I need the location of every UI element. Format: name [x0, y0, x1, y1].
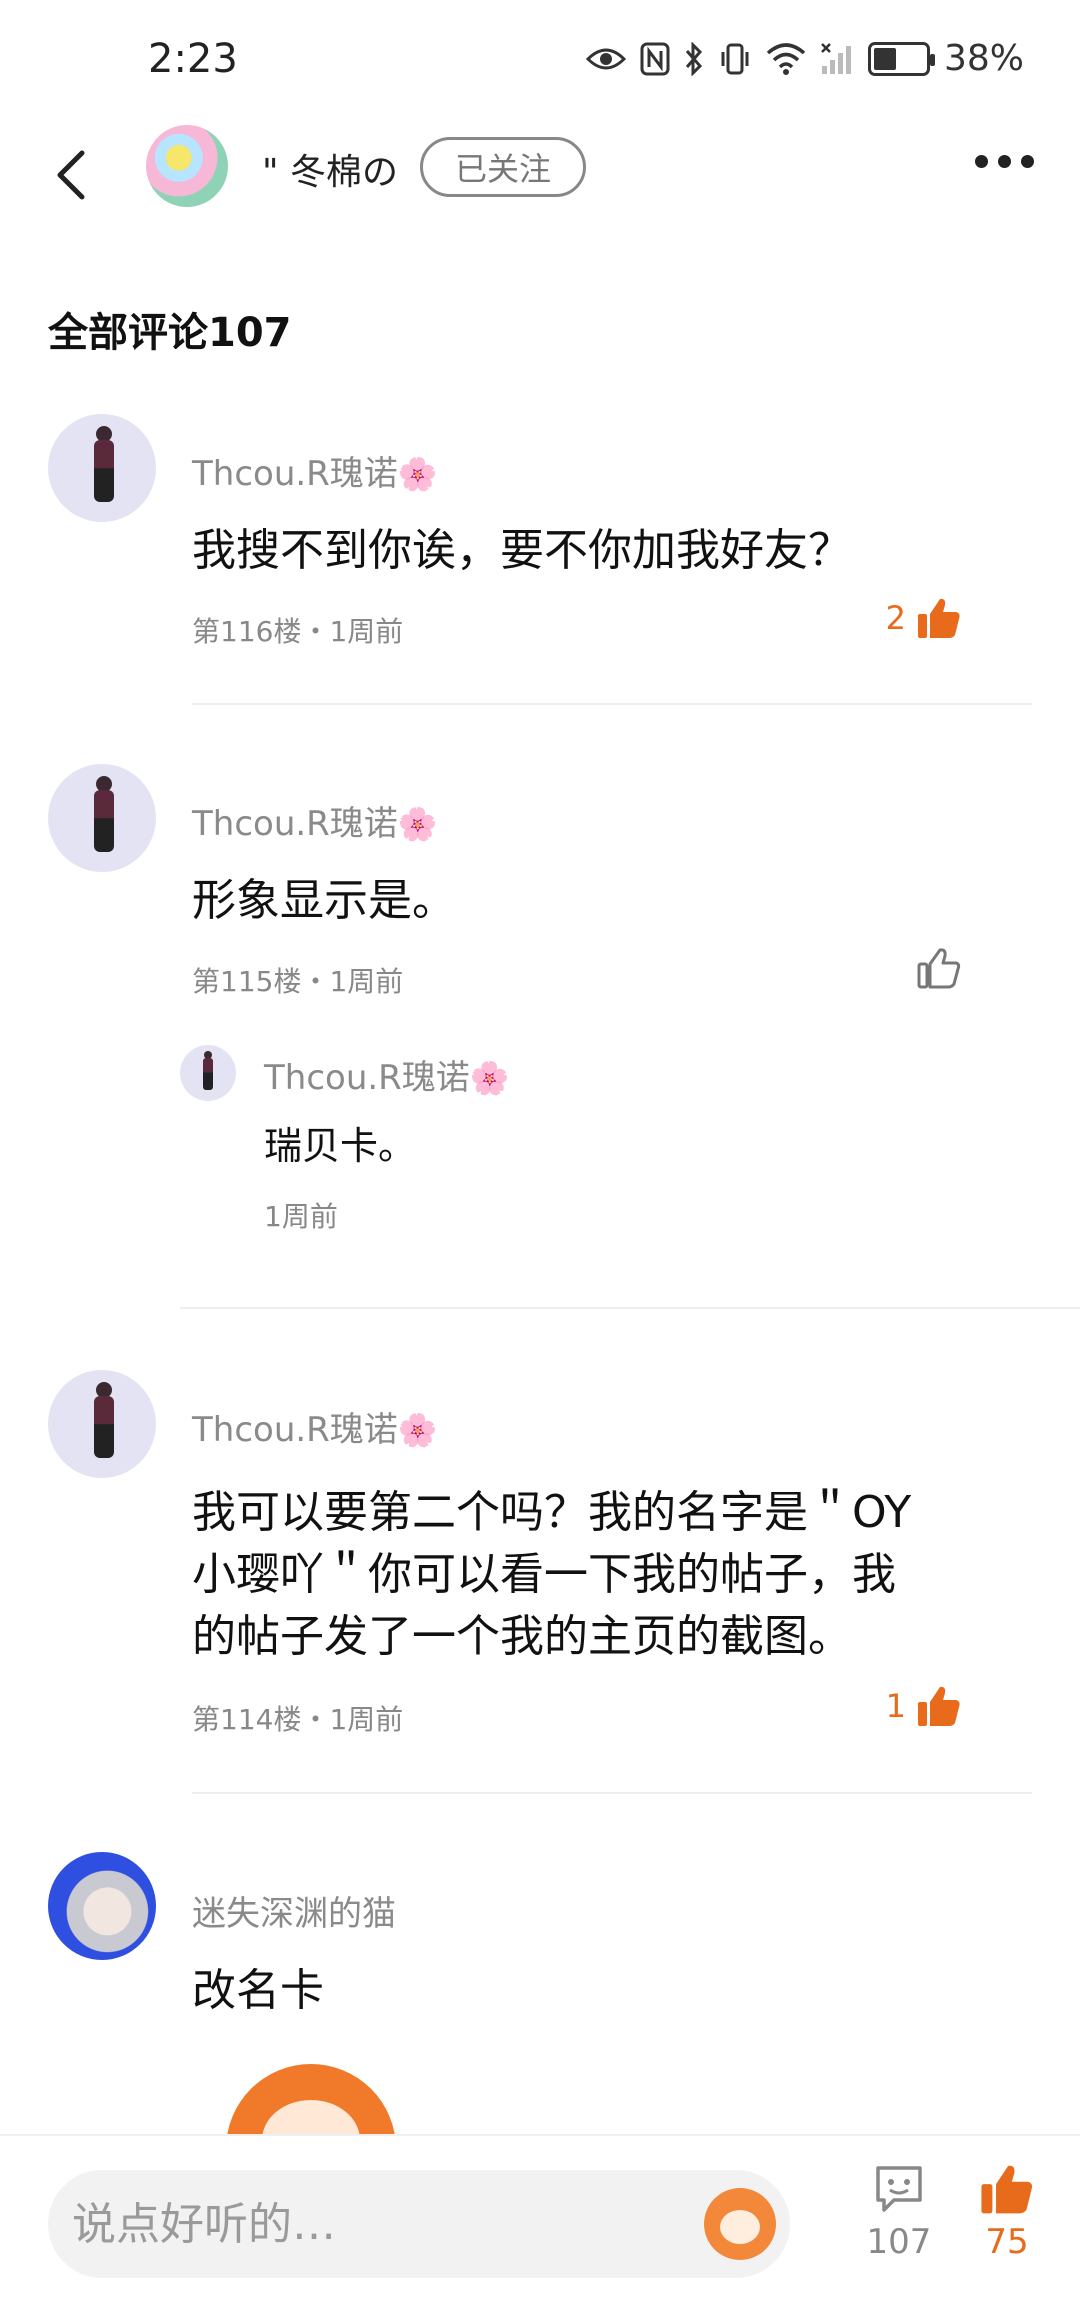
comment-username[interactable]: 迷失深渊的猫 [192, 1886, 396, 1935]
battery-percent: 38% [943, 38, 1024, 79]
meta-separator: ・ [301, 615, 330, 648]
username-text: Thcou.R瑰诺 [192, 804, 398, 844]
comment-input[interactable] [72, 2170, 672, 2278]
divider [192, 1792, 1032, 1794]
comment-text: 我搜不到你诶，要不你加我好友？ [192, 525, 852, 576]
avatar[interactable] [48, 414, 156, 522]
avatar[interactable] [48, 764, 156, 872]
username-text: Thcou.R瑰诺 [192, 1410, 398, 1450]
comment-username[interactable]: Thcou.R瑰诺🌸 [192, 1402, 438, 1451]
eye-icon [585, 39, 626, 79]
blossom-icon: 🌸 [397, 455, 438, 493]
nfc-icon [640, 39, 670, 79]
comment-bubble-icon [876, 2166, 922, 2212]
thumbs-up-filled-icon [918, 1686, 960, 1726]
comment-time: 1周前 [329, 615, 404, 648]
comment-username[interactable]: Thcou.R瑰诺🌸 [192, 446, 438, 495]
comment-count: 107 [866, 2222, 932, 2262]
reply-username[interactable]: Thcou.R瑰诺🌸 [264, 1050, 510, 1099]
like-button[interactable]: 2 [886, 596, 962, 640]
comment-meta: 第116楼・1周前 [192, 610, 403, 650]
avatar[interactable] [48, 1370, 156, 1478]
like-button[interactable] [906, 946, 962, 990]
likes-button[interactable]: 75 [962, 2162, 1052, 2262]
comment-time: 1周前 [329, 965, 404, 998]
comments-section-title: 全部评论107 [48, 310, 292, 356]
wifi-icon [766, 39, 806, 79]
divider [180, 1307, 1080, 1309]
thumbs-up-filled-icon [981, 2165, 1033, 2214]
status-time: 2:23 [148, 36, 238, 82]
follow-button[interactable]: 已关注 [420, 137, 586, 197]
avatar[interactable] [48, 1852, 156, 1960]
comment-time: 1周前 [329, 1703, 404, 1736]
comment-text: 改名卡 [192, 1965, 324, 2016]
divider [192, 703, 1032, 705]
author-avatar[interactable] [146, 125, 228, 207]
username-text: Thcou.R瑰诺 [192, 454, 398, 494]
emoji-sticker-icon[interactable] [704, 2188, 776, 2260]
blossom-icon: 🌸 [397, 1411, 438, 1449]
comment-text-line: 的帖子发了一个我的主页的截图。 [192, 1611, 852, 1662]
like-count: 75 [985, 2222, 1029, 2262]
vibrate-icon [718, 39, 752, 79]
username-text: Thcou.R瑰诺 [264, 1058, 470, 1098]
comment-floor: 第114楼 [192, 1703, 302, 1736]
comment-input-box[interactable] [48, 2170, 790, 2278]
more-dot-icon [1021, 155, 1034, 168]
thumbs-up-outline-icon [917, 948, 961, 989]
like-count: 1 [885, 1687, 906, 1725]
comment-text: 形象显示是。 [192, 875, 456, 926]
sticker-image[interactable] [226, 2052, 396, 2142]
bluetooth-icon [684, 39, 704, 79]
comment-text: 我可以要第二个吗？我的名字是＂OY 小璎吖＂你可以看一下我的帖子，我 的帖子发了… [192, 1482, 992, 1668]
more-dot-icon [998, 155, 1011, 168]
blossom-icon: 🌸 [469, 1059, 510, 1097]
comment-text-line: 小璎吖＂你可以看一下我的帖子，我 [192, 1549, 896, 1600]
comment-floor: 第116楼 [192, 615, 302, 648]
signal-icon [820, 39, 854, 79]
meta-separator: ・ [301, 965, 330, 998]
status-icons: 38% [585, 38, 1024, 79]
thumbs-up-filled-icon [918, 598, 960, 638]
blossom-icon: 🌸 [397, 805, 438, 843]
comment-meta: 第114楼・1周前 [192, 1698, 403, 1738]
reply-text: 瑞贝卡。 [264, 1124, 417, 1168]
meta-separator: ・ [301, 1703, 330, 1736]
comments-button[interactable]: 107 [854, 2162, 944, 2262]
bottom-bar: 107 75 [0, 2134, 1080, 2310]
more-dot-icon [975, 155, 988, 168]
author-name[interactable]: " 冬棉の [262, 143, 398, 195]
more-options-button[interactable] [975, 155, 1034, 168]
battery-icon [867, 41, 935, 76]
like-count: 2 [885, 599, 906, 637]
reply-time: 1周前 [264, 1200, 338, 1233]
like-button[interactable]: 1 [886, 1684, 962, 1728]
comment-username[interactable]: Thcou.R瑰诺🌸 [192, 796, 438, 845]
comment-meta: 第115楼・1周前 [192, 960, 403, 1000]
comment-text-line: 我可以要第二个吗？我的名字是＂OY [192, 1487, 912, 1538]
post-header: " 冬棉の 已关注 [0, 125, 1080, 225]
chevron-left-icon [57, 150, 85, 200]
reply-avatar[interactable] [180, 1045, 236, 1101]
back-button[interactable] [50, 145, 100, 205]
comment-floor: 第115楼 [192, 965, 302, 998]
status-bar: 2:23 38% [0, 0, 1080, 125]
